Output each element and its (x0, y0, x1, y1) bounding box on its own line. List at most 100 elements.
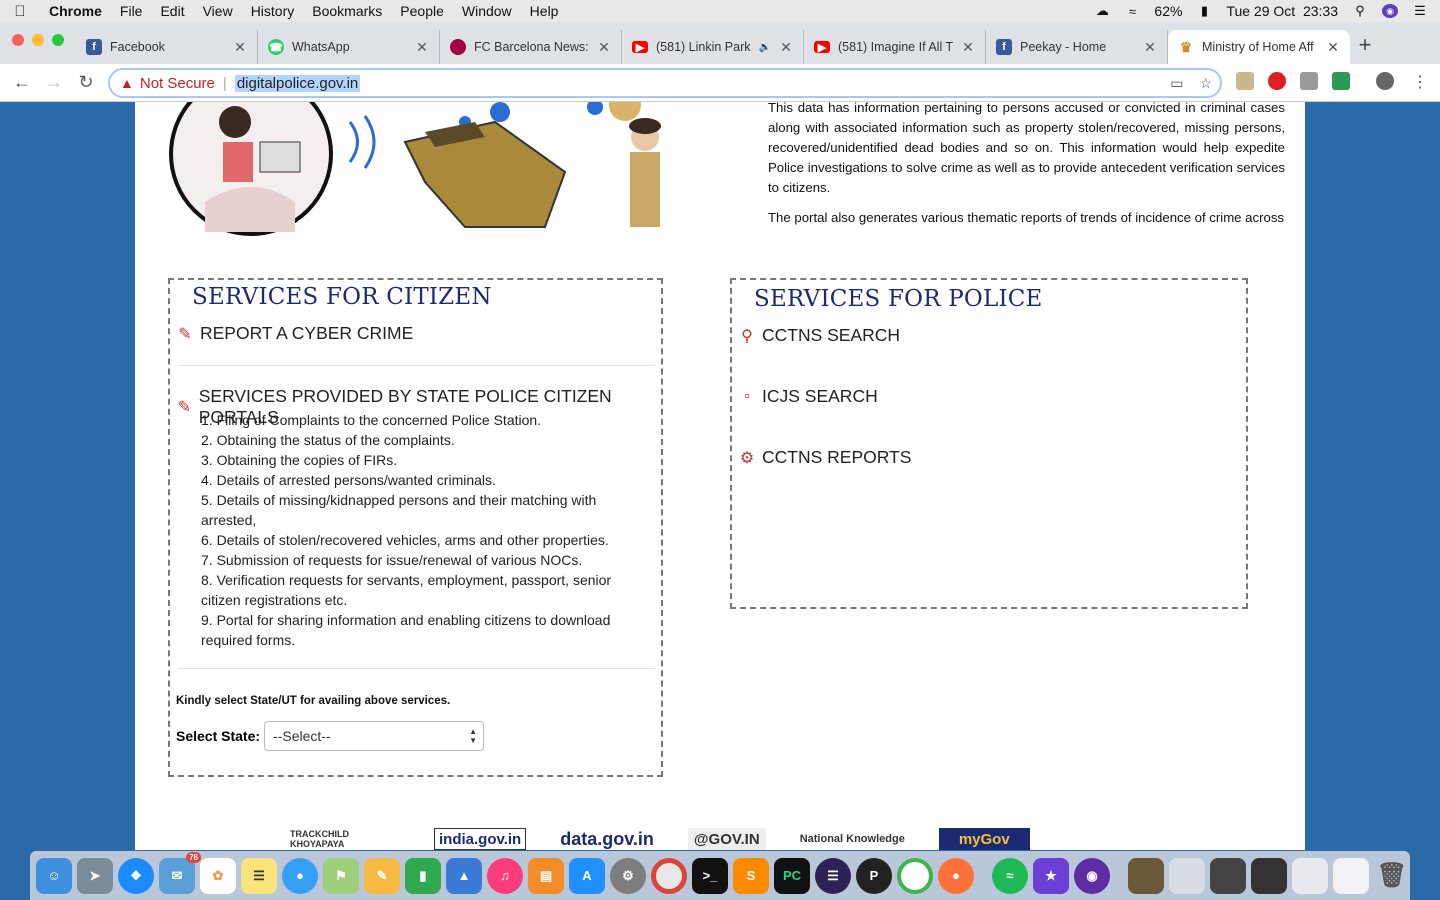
national-knowledge-logo[interactable]: National Knowledge (800, 828, 905, 850)
tab-imagine[interactable]: ▶ (581) Imagine If All T ✕ (804, 30, 986, 64)
data-gov-logo[interactable]: data.gov.in (560, 828, 654, 850)
system-preferences-icon[interactable]: ⚙ (610, 857, 646, 894)
list-item: 4. Details of arrested persons/wanted cr… (201, 472, 496, 488)
minimize-window-button[interactable] (32, 34, 44, 46)
spotlight-search-icon[interactable]: ⚲ (1352, 3, 1368, 18)
divider (178, 668, 655, 669)
cctns-reports-link[interactable]: ⚙ CCTNS REPORTS (738, 447, 912, 468)
menu-edit[interactable]: Edit (151, 3, 193, 19)
creative-cloud-icon[interactable]: ☁ (1094, 3, 1110, 18)
numbers-icon[interactable]: ▮ (405, 857, 441, 894)
reload-icon[interactable]: ↻ (70, 72, 102, 93)
keynote-icon[interactable]: ▲ (446, 857, 482, 894)
recent-document-icon[interactable] (1169, 857, 1205, 894)
itunes-icon[interactable]: ♫ (487, 857, 523, 894)
extension-image-icon[interactable] (1236, 72, 1254, 90)
trackchild-logo[interactable]: TRACKCHILD KHOYAPAYA (290, 828, 400, 850)
close-window-button[interactable] (12, 34, 24, 46)
tab-facebook[interactable]: f Facebook ✕ (76, 30, 258, 64)
firefox-icon[interactable]: ● (938, 857, 974, 894)
warning-icon[interactable]: ▲ (120, 75, 134, 91)
extension-pm-icon[interactable] (1332, 72, 1350, 90)
forward-arrow-icon[interactable]: → (38, 72, 70, 93)
notes-icon[interactable]: ☰ (241, 857, 277, 894)
cctns-search-label: CCTNS SEARCH (762, 325, 901, 345)
bookmark-star-icon[interactable]: ☆ (1199, 75, 1212, 92)
fullscreen-window-button[interactable] (52, 34, 64, 46)
siri-icon[interactable]: ◉ (1382, 4, 1398, 18)
eclipse-icon[interactable]: ☰ (815, 857, 851, 894)
recent-document-icon[interactable] (1333, 857, 1369, 894)
back-arrow-icon[interactable]: ← (6, 72, 38, 93)
cast-icon[interactable]: ▭ (1170, 75, 1183, 92)
maps-icon[interactable]: ⚑ (323, 857, 359, 894)
tab-whatsapp[interactable]: ☎ WhatsApp ✕ (258, 30, 440, 64)
books-icon[interactable]: ▤ (528, 857, 564, 894)
app-store-icon[interactable]: A (569, 857, 605, 894)
url-text[interactable]: digitalpolice.gov.in (234, 74, 361, 92)
menu-people[interactable]: People (391, 3, 453, 19)
menu-app-name[interactable]: Chrome (40, 3, 111, 19)
report-cyber-crime-link[interactable]: ✎ REPORT A CYBER CRIME (176, 323, 413, 344)
trash-icon[interactable]: 🗑 (1374, 858, 1410, 894)
menu-window[interactable]: Window (453, 3, 521, 19)
mygov-logo[interactable]: myGov (938, 828, 1030, 850)
tab-linkin-park[interactable]: ▶ (581) Linkin Park 🔈 ✕ (622, 30, 804, 64)
avatar[interactable] (1376, 72, 1394, 90)
menu-history[interactable]: History (242, 3, 304, 19)
close-icon[interactable]: ✕ (415, 39, 429, 56)
tab-fc-barcelona[interactable]: FC Barcelona News: ✕ (440, 30, 622, 64)
more-menu-icon[interactable]: ⋮ (1412, 72, 1428, 92)
safari-icon[interactable]: ❖ (118, 857, 154, 894)
pages-icon[interactable]: ✎ (364, 857, 400, 894)
sublime-icon[interactable]: S (733, 857, 769, 894)
recent-document-icon[interactable] (1251, 857, 1287, 894)
chrome-icon[interactable] (651, 857, 687, 894)
terminal-icon[interactable]: >_ (692, 857, 728, 894)
close-icon[interactable]: ✕ (1326, 39, 1340, 56)
launchpad-icon[interactable]: ➤ (77, 857, 113, 894)
podcasts-icon[interactable]: ◉ (1074, 857, 1110, 894)
state-select[interactable]: --Select-- ▲ ▼ (264, 721, 485, 751)
spotify-icon[interactable]: ≈ (992, 857, 1028, 894)
finder-icon[interactable]: ☺ (36, 857, 72, 894)
battery-icon[interactable]: ▮ (1196, 3, 1212, 18)
notification-center-icon[interactable]: ☰ (1412, 3, 1428, 18)
menu-bookmarks[interactable]: Bookmarks (303, 3, 391, 19)
pycharm-icon[interactable]: PC (774, 857, 810, 894)
recent-document-icon[interactable] (1210, 857, 1246, 894)
photos-icon[interactable]: ✿ (200, 857, 236, 894)
recent-document-icon[interactable] (1292, 857, 1328, 894)
extension-profile-icon[interactable] (1300, 72, 1318, 90)
address-bar[interactable]: ▲ Not Secure | digitalpolice.gov.in ▭ ☆ (108, 68, 1222, 98)
menu-file[interactable]: File (111, 3, 152, 19)
recent-document-icon[interactable] (1128, 857, 1164, 894)
icjs-search-link[interactable]: ▫ ICJS SEARCH (738, 386, 878, 407)
apple-menu-icon[interactable]:  (0, 3, 40, 20)
speaker-icon[interactable]: 🔈 (759, 42, 771, 53)
india-gov-logo[interactable]: india.gov.in (434, 828, 527, 850)
close-icon[interactable]: ✕ (779, 39, 793, 56)
cctns-search-link[interactable]: ⚲ CCTNS SEARCH (738, 325, 900, 346)
new-tab-button[interactable]: + (1350, 32, 1380, 64)
extension-opera-icon[interactable] (1268, 72, 1286, 90)
gov-in-logo[interactable]: @GOV.IN (687, 828, 766, 850)
ring-app-icon[interactable] (897, 857, 933, 894)
wifi-icon[interactable]: ≈ (1124, 4, 1140, 19)
close-icon[interactable]: ✕ (233, 39, 247, 56)
tab-ministry-home-affairs[interactable]: ♛ Ministry of Home Aff ✕ (1168, 30, 1350, 64)
pi-app-icon[interactable]: P (856, 857, 892, 894)
menu-help[interactable]: Help (521, 3, 568, 19)
tab-title: Facebook (110, 40, 165, 54)
close-icon[interactable]: ✕ (597, 39, 611, 56)
close-icon[interactable]: ✕ (1143, 39, 1157, 56)
imovie-icon[interactable]: ★ (1033, 857, 1069, 894)
state-select-label: Select State: (176, 728, 261, 744)
tab-peekay[interactable]: f Peekay - Home ✕ (986, 30, 1168, 64)
clock[interactable]: Tue 29 Oct 23:33 (1226, 3, 1338, 19)
close-icon[interactable]: ✕ (961, 39, 975, 56)
messages-icon[interactable]: ● (282, 857, 318, 894)
menu-view[interactable]: View (194, 3, 242, 19)
not-secure-label[interactable]: Not Secure (140, 75, 215, 92)
mail-icon[interactable]: ✉ 76 (159, 851, 201, 894)
